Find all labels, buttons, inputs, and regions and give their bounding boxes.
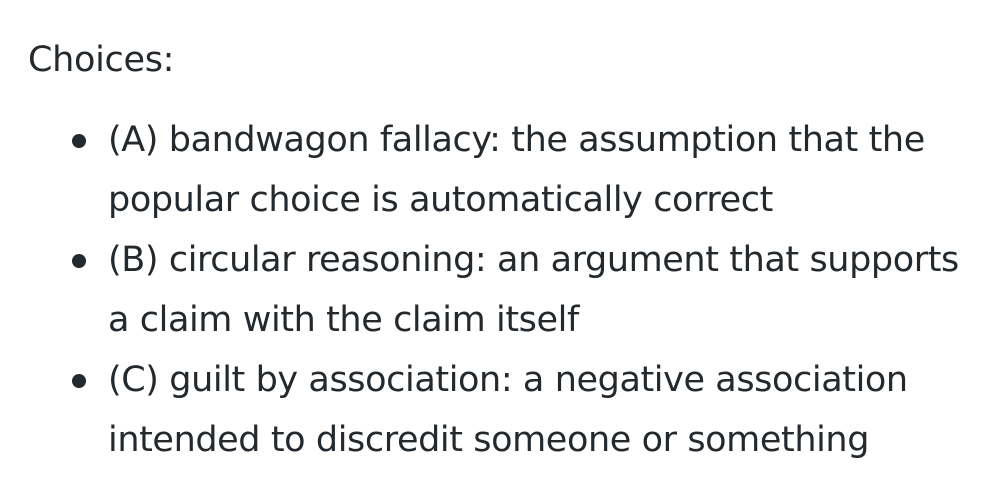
choice-c-text: (C) guilt by association: a negative ass… [108,360,908,460]
bullet-icon [72,134,86,148]
bullet-icon [72,254,86,268]
choice-b-text: (B) circular reasoning: an argument that… [108,240,959,340]
list-item-choice-b: (B) circular reasoning: an argument that… [28,230,983,350]
choice-a-text: (A) bandwagon fallacy: the assumption th… [108,120,925,220]
document-body: Choices: (A) bandwagon fallacy: the assu… [0,0,1000,500]
bullet-icon [72,374,86,388]
list-item-choice-a: (A) bandwagon fallacy: the assumption th… [28,110,983,230]
list-item-choice-c: (C) guilt by association: a negative ass… [28,350,983,470]
choices-heading: Choices: [28,40,175,80]
choices-list: (A) bandwagon fallacy: the assumption th… [28,110,1000,470]
